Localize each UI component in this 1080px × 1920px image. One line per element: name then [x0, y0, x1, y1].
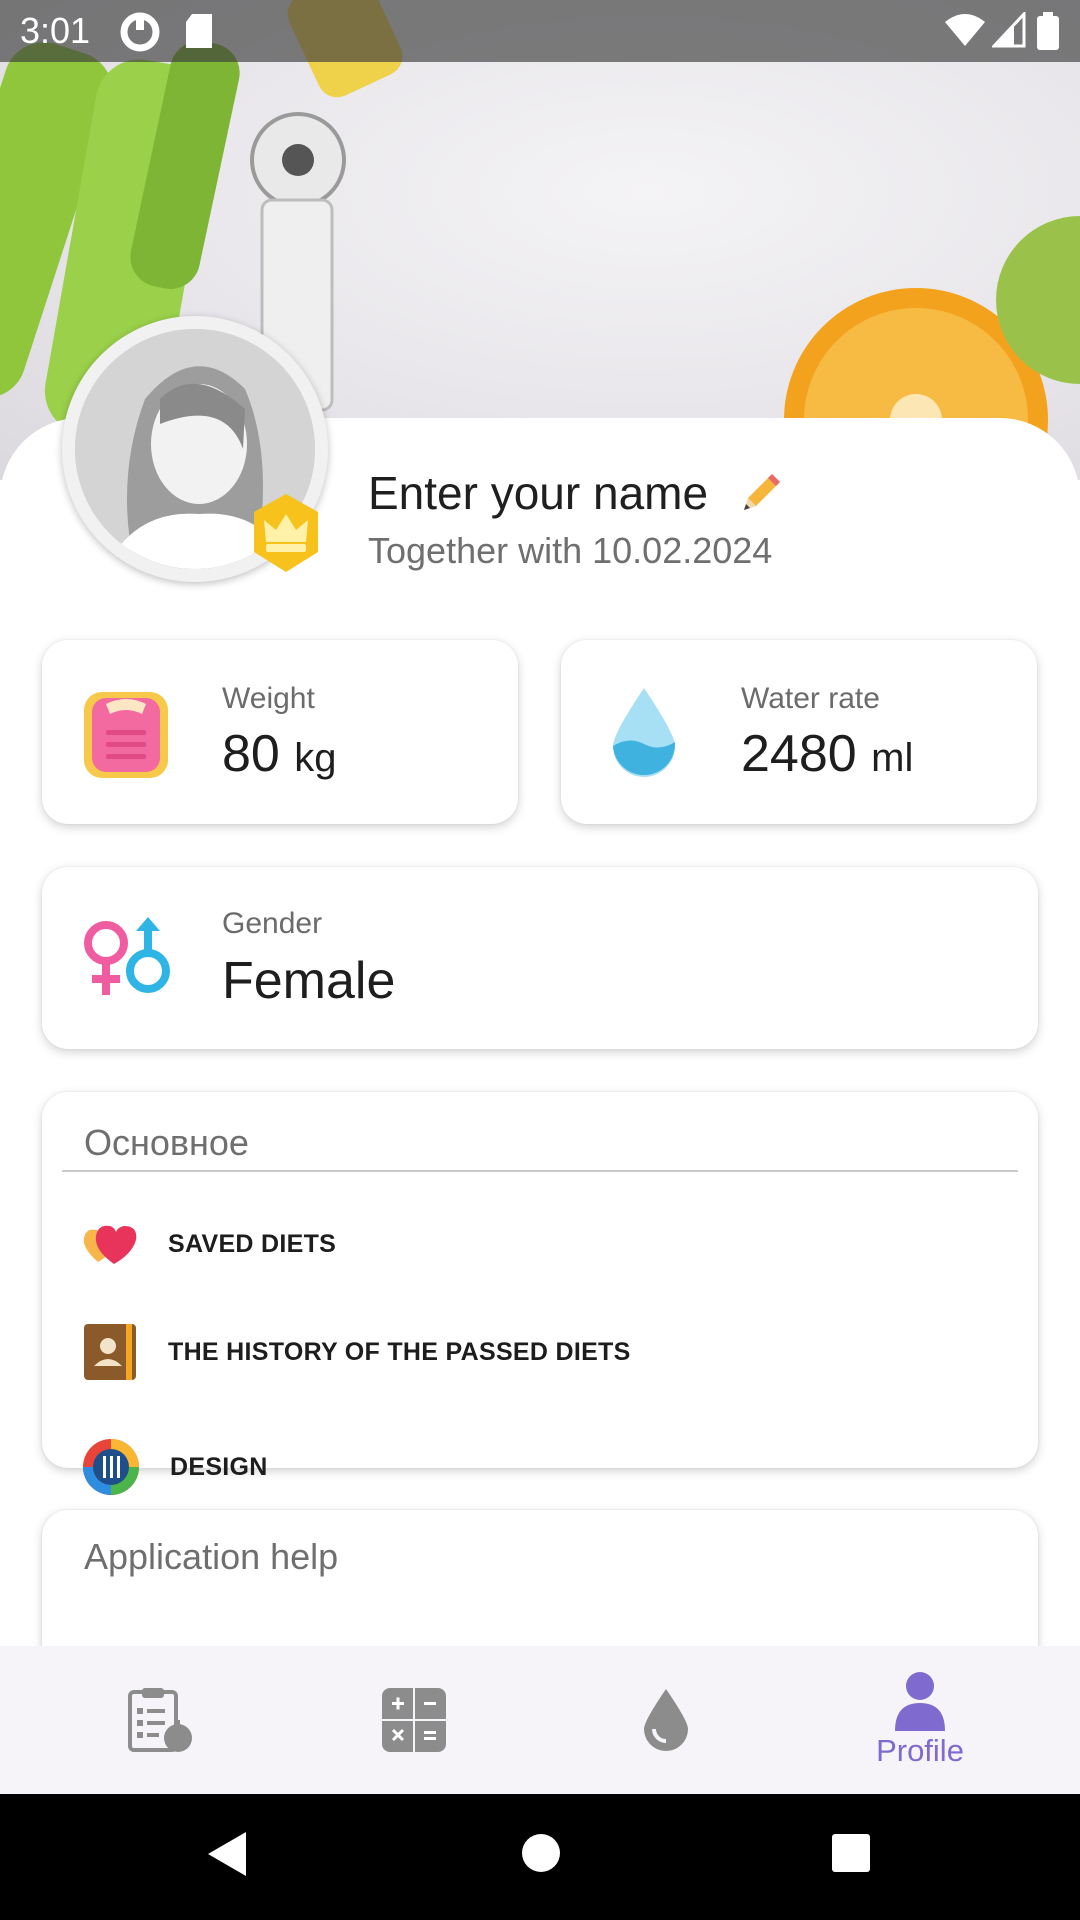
menu-item-saved-diets[interactable]: SAVED DIETS [82, 1222, 336, 1266]
home-icon[interactable] [520, 1832, 562, 1874]
membership-since: Together with 10.02.2024 [368, 530, 773, 571]
nav-item-diets[interactable] [110, 1646, 210, 1794]
gender-card[interactable]: Gender Female [42, 867, 1038, 1049]
sd-card-icon [186, 14, 212, 48]
palette-icon [83, 1439, 139, 1495]
nav-label-profile: Profile [876, 1733, 964, 1768]
water-rate-card[interactable]: Water rate 2480 ml [561, 640, 1037, 824]
menu-item-history[interactable]: THE HISTORY OF THE PASSED DIETS [82, 1322, 631, 1382]
weight-value: 80 [222, 725, 280, 783]
weight-card[interactable]: Weight 80 kg [42, 640, 518, 824]
nav-item-profile[interactable]: Profile [860, 1646, 980, 1794]
water-drop-icon [644, 1689, 688, 1751]
crown-badge-icon [254, 494, 318, 572]
profile-sheet: Weight 80 kg Water rate 2480 ml Gender F… [0, 418, 1080, 1648]
pencil-icon[interactable] [738, 470, 784, 516]
calculator-icon [382, 1688, 446, 1752]
help-section-card: Application help [42, 1510, 1038, 1648]
water-label: Water rate [741, 682, 880, 715]
weight-value-row: 80 kg [222, 724, 337, 784]
gender-label: Gender [222, 907, 323, 940]
recents-icon[interactable] [830, 1832, 872, 1874]
scale-icon [84, 692, 168, 778]
water-value-row: 2480 ml [741, 724, 913, 784]
menu-item-label: SAVED DIETS [168, 1229, 337, 1258]
section-divider [62, 1170, 1018, 1172]
status-bar: 3:01 [0, 0, 1080, 62]
gender-symbols-icon [84, 917, 170, 995]
system-navigation-bar [0, 1794, 1080, 1920]
battery-icon [1037, 12, 1059, 50]
status-time: 3:01 [20, 10, 91, 51]
water-drop-icon [613, 688, 676, 777]
data-saver-icon [120, 12, 160, 52]
menu-item-label: DESIGN [170, 1452, 268, 1481]
main-section-card: Основное SAVED DIETS THE HISTORY OF THE … [42, 1092, 1038, 1495]
name-row[interactable]: Enter your name [368, 466, 784, 520]
nav-item-calculator[interactable] [364, 1646, 464, 1794]
hearts-icon [83, 1225, 137, 1264]
name-field[interactable]: Enter your name [368, 466, 708, 520]
water-unit: ml [871, 736, 914, 780]
wifi-icon [945, 14, 985, 46]
gender-value: Female [222, 952, 396, 1010]
menu-item-design[interactable]: DESIGN [82, 1438, 268, 1496]
signal-icon [992, 12, 1026, 48]
clipboard-apple-icon [128, 1688, 192, 1752]
water-value: 2480 [741, 725, 857, 783]
section-title-main: Основное [84, 1122, 249, 1163]
weight-unit: kg [294, 736, 337, 780]
bottom-navigation: Profile [0, 1646, 1080, 1794]
person-icon [895, 1672, 945, 1731]
section-title-help: Application help [84, 1536, 339, 1577]
weight-label: Weight [222, 682, 315, 715]
contact-book-icon [84, 1324, 136, 1380]
nav-item-water[interactable] [616, 1646, 716, 1794]
back-icon[interactable] [206, 1830, 248, 1878]
menu-item-label: THE HISTORY OF THE PASSED DIETS [168, 1337, 631, 1366]
